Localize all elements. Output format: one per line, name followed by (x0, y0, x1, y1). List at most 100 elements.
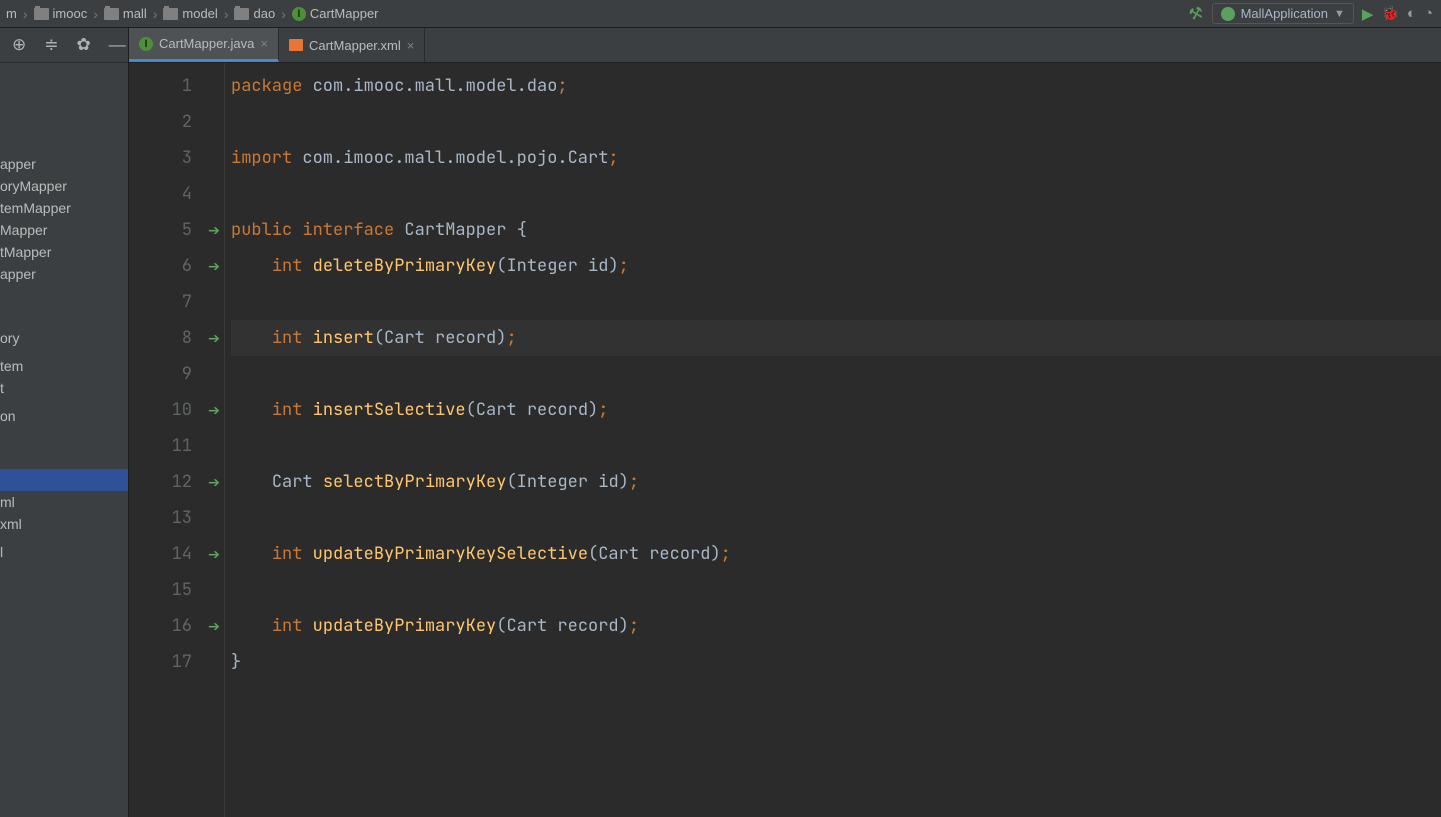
code-line[interactable]: } (231, 644, 1441, 680)
gutter-line[interactable]: 1 (129, 68, 224, 104)
gutter-line[interactable]: 16➔ (129, 608, 224, 644)
gutter-line[interactable]: 7 (129, 284, 224, 320)
run-config-selector[interactable]: MallApplication ▼ (1212, 3, 1354, 24)
breadcrumb-file[interactable]: ICartMapper (290, 6, 381, 21)
tab-label: CartMapper.java (159, 36, 254, 51)
folder-icon (163, 8, 178, 20)
gutter-line[interactable]: 10➔ (129, 392, 224, 428)
sidebar-toolbar: ⊕ ≑ ✿ — (0, 28, 128, 63)
gutter-line[interactable]: 9 (129, 356, 224, 392)
tree-item[interactable]: temMapper (0, 197, 128, 219)
nav-actions: ⚒ MallApplication ▼ ▶ 🐞 ◐ ◔ (1189, 3, 1433, 24)
gutter-line[interactable]: 13 (129, 500, 224, 536)
interface-icon: I (292, 7, 306, 21)
folder-icon (34, 8, 49, 20)
folder-icon (234, 8, 249, 20)
gutter-line[interactable]: 2 (129, 104, 224, 140)
gutter-line[interactable]: 5➔ (129, 212, 224, 248)
breadcrumb-item[interactable]: dao (232, 6, 277, 21)
implements-arrow-icon[interactable]: ➔ (208, 320, 220, 356)
editor-area: I CartMapper.java × CartMapper.xml × 123… (129, 28, 1441, 817)
implements-arrow-icon[interactable]: ➔ (208, 212, 220, 248)
code-line[interactable] (231, 104, 1441, 140)
chevron-right-icon: › (21, 6, 30, 22)
tree-item[interactable]: on (0, 405, 128, 427)
code-line[interactable]: package com.imooc.mall.model.dao; (231, 68, 1441, 104)
breadcrumb: m › imooc › mall › model › dao › ICartMa… (0, 6, 381, 22)
gutter-line[interactable]: 15 (129, 572, 224, 608)
tree-item[interactable]: ory (0, 327, 128, 349)
gutter-line[interactable]: 12➔ (129, 464, 224, 500)
gutter-line[interactable]: 6➔ (129, 248, 224, 284)
tab-bar: I CartMapper.java × CartMapper.xml × (129, 28, 1441, 63)
chevron-right-icon: › (279, 6, 288, 22)
gutter-line[interactable]: 14➔ (129, 536, 224, 572)
locate-icon[interactable]: ⊕ (12, 35, 26, 55)
gutter-line[interactable]: 17 (129, 644, 224, 680)
project-tree[interactable]: apper oryMapper temMapper Mapper tMapper… (0, 63, 128, 817)
spring-icon (1221, 7, 1235, 21)
breadcrumb-item[interactable]: model (161, 6, 219, 21)
code-line[interactable]: int insert(Cart record); (231, 320, 1441, 356)
implements-arrow-icon[interactable]: ➔ (208, 392, 220, 428)
gutter[interactable]: 12345➔6➔78➔💡910➔1112➔1314➔1516➔17 (129, 63, 225, 817)
minimize-icon[interactable]: — (109, 35, 126, 55)
code-line[interactable]: int insertSelective(Cart record); (231, 392, 1441, 428)
code-line[interactable] (231, 284, 1441, 320)
code-line[interactable]: import com.imooc.mall.model.pojo.Cart; (231, 140, 1441, 176)
chevron-down-icon: ▼ (1334, 8, 1345, 20)
close-icon[interactable]: × (260, 36, 268, 51)
collapse-icon[interactable]: ≑ (44, 35, 58, 55)
code-line[interactable] (231, 428, 1441, 464)
gutter-line[interactable]: 11 (129, 428, 224, 464)
tree-item[interactable]: t (0, 377, 128, 399)
code-editor[interactable]: 12345➔6➔78➔💡910➔1112➔1314➔1516➔17 packag… (129, 63, 1441, 817)
tree-item[interactable]: tMapper (0, 241, 128, 263)
tree-item-selected[interactable] (0, 469, 128, 491)
breadcrumb-item[interactable]: imooc (32, 6, 90, 21)
tree-item[interactable]: ml (0, 491, 128, 513)
interface-icon: I (139, 37, 153, 51)
implements-arrow-icon[interactable]: ➔ (208, 608, 220, 644)
chevron-right-icon: › (91, 6, 100, 22)
xml-icon (289, 39, 303, 51)
implements-arrow-icon[interactable]: ➔ (208, 464, 220, 500)
code-line[interactable] (231, 176, 1441, 212)
code-content[interactable]: package com.imooc.mall.model.dao; import … (225, 63, 1441, 817)
code-line[interactable]: int updateByPrimaryKeySelective(Cart rec… (231, 536, 1441, 572)
debug-icon[interactable]: 🐞 (1381, 5, 1398, 22)
close-icon[interactable]: × (407, 38, 415, 53)
breadcrumb-item[interactable]: mall (102, 6, 149, 21)
code-line[interactable]: int updateByPrimaryKey(Cart record); (231, 608, 1441, 644)
gutter-line[interactable]: 3 (129, 140, 224, 176)
breadcrumb-item[interactable]: m (4, 6, 19, 21)
gutter-line[interactable]: 8➔💡 (129, 320, 224, 356)
top-navbar: m › imooc › mall › model › dao › ICartMa… (0, 0, 1441, 28)
tree-item[interactable]: xml (0, 513, 128, 535)
tree-item[interactable]: l (0, 541, 128, 563)
gear-icon[interactable]: ✿ (77, 35, 91, 55)
profile-icon[interactable]: ◔ (1424, 5, 1433, 22)
code-line[interactable] (231, 572, 1441, 608)
chevron-right-icon: › (222, 6, 231, 22)
coverage-icon[interactable]: ◐ (1407, 5, 1416, 22)
code-line[interactable] (231, 356, 1441, 392)
tree-item[interactable]: apper (0, 263, 128, 285)
tree-item[interactable]: apper (0, 153, 128, 175)
gutter-line[interactable]: 4 (129, 176, 224, 212)
folder-icon (104, 8, 119, 20)
tree-item[interactable]: tem (0, 355, 128, 377)
code-line[interactable]: int deleteByPrimaryKey(Integer id); (231, 248, 1441, 284)
tab-cartmapper-xml[interactable]: CartMapper.xml × (279, 28, 425, 62)
implements-arrow-icon[interactable]: ➔ (208, 536, 220, 572)
code-line[interactable]: Cart selectByPrimaryKey(Integer id); (231, 464, 1441, 500)
tab-cartmapper-java[interactable]: I CartMapper.java × (129, 28, 279, 62)
code-line[interactable] (231, 500, 1441, 536)
tree-item[interactable]: oryMapper (0, 175, 128, 197)
implements-arrow-icon[interactable]: ➔ (208, 248, 220, 284)
build-icon[interactable]: ⚒ (1187, 2, 1206, 25)
project-sidebar: ⊕ ≑ ✿ — apper oryMapper temMapper Mapper… (0, 28, 129, 817)
run-icon[interactable]: ▶ (1362, 5, 1374, 23)
code-line[interactable]: public interface CartMapper { (231, 212, 1441, 248)
tree-item[interactable]: Mapper (0, 219, 128, 241)
